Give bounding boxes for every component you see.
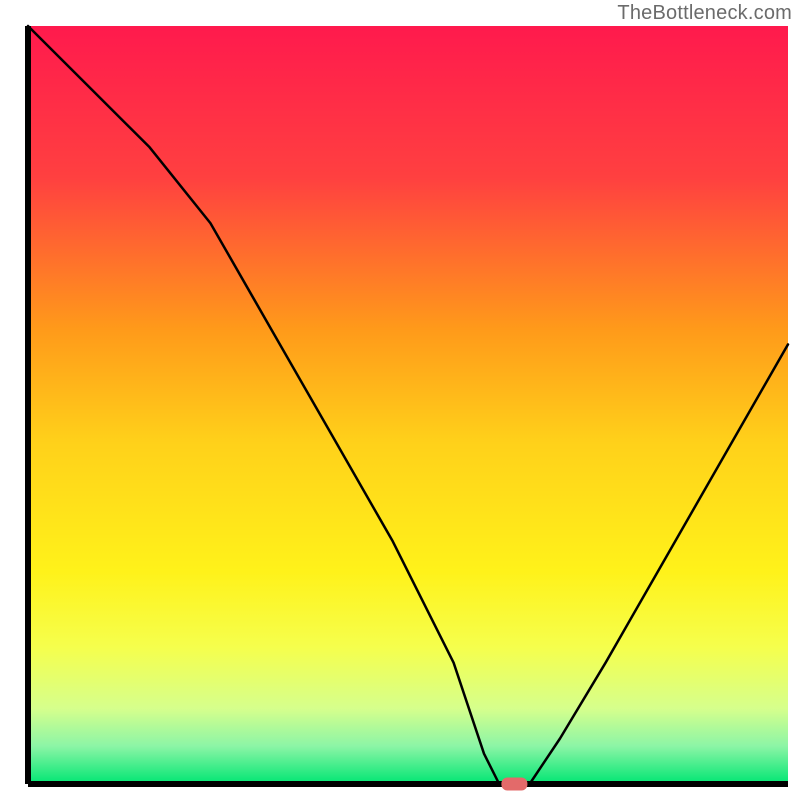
minimum-marker [501,778,527,791]
chart-container: TheBottleneck.com [0,0,800,800]
watermark-text: TheBottleneck.com [617,2,792,25]
bottleneck-chart [0,0,800,800]
